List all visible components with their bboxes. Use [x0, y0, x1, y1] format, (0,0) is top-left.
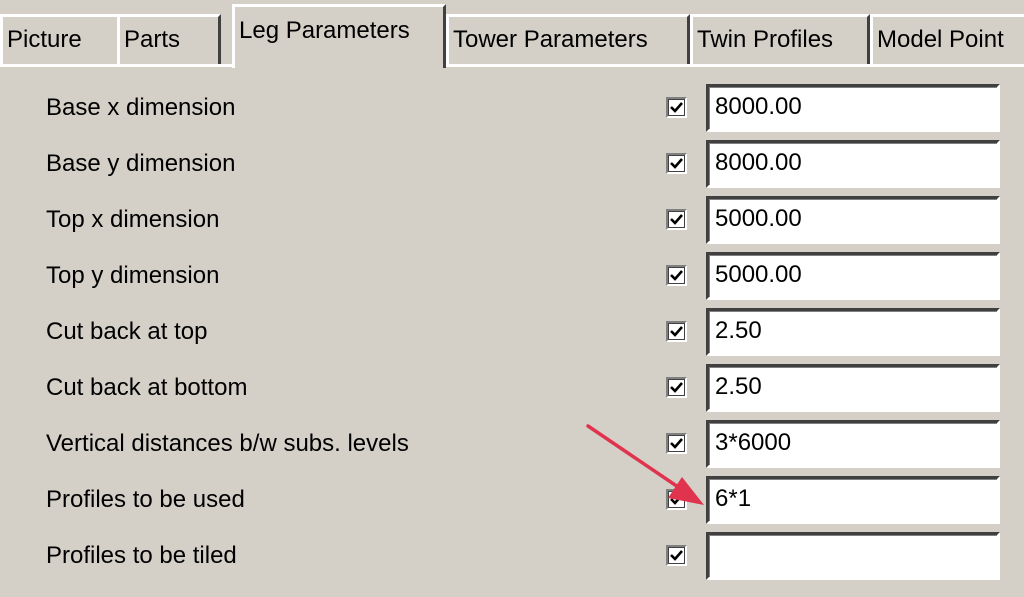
param-checkbox[interactable] — [666, 545, 687, 566]
param-row-top-x: Top x dimension 5000.00 — [0, 194, 1024, 250]
param-row-vertical-distances: Vertical distances b/w subs. levels 3*60… — [0, 418, 1024, 474]
param-checkbox[interactable] — [666, 209, 687, 230]
tab-parts[interactable]: Parts — [117, 14, 221, 64]
param-checkbox[interactable] — [666, 97, 687, 118]
param-label: Base x dimension — [46, 94, 236, 121]
param-value-field[interactable]: 3*6000 — [706, 420, 1000, 468]
param-value-field[interactable]: 8000.00 — [706, 140, 1000, 188]
tab-label: Model Point — [877, 26, 1004, 53]
param-checkbox[interactable] — [666, 321, 687, 342]
checkmark-icon — [670, 438, 683, 449]
tab-model-point[interactable]: Model Point — [870, 14, 1024, 64]
param-label: Profiles to be tiled — [46, 542, 237, 569]
param-row-cut-back-top: Cut back at top 2.50 — [0, 306, 1024, 362]
checkmark-icon — [670, 382, 683, 393]
checkmark-icon — [670, 102, 683, 113]
param-label: Profiles to be used — [46, 486, 245, 513]
checkmark-icon — [670, 326, 683, 337]
checkmark-icon — [670, 550, 683, 561]
param-checkbox[interactable] — [666, 153, 687, 174]
param-row-base-x: Base x dimension 8000.00 — [0, 82, 1024, 138]
tab-twin-profiles[interactable]: Twin Profiles — [690, 14, 870, 64]
param-row-top-y: Top y dimension 5000.00 — [0, 250, 1024, 306]
param-value-field[interactable]: 5000.00 — [706, 196, 1000, 244]
param-checkbox[interactable] — [666, 433, 687, 454]
param-label: Top y dimension — [46, 262, 220, 289]
param-label: Cut back at top — [46, 318, 208, 345]
tab-tower-parameters[interactable]: Tower Parameters — [446, 14, 690, 64]
param-value-field[interactable]: 5000.00 — [706, 252, 1000, 300]
checkmark-icon — [670, 214, 683, 225]
param-row-base-y: Base y dimension 8000.00 — [0, 138, 1024, 194]
param-value-field[interactable]: 8000.00 — [706, 84, 1000, 132]
tab-divider — [0, 64, 1024, 67]
tab-label: Parts — [124, 26, 181, 53]
tab-label: Twin Profiles — [697, 26, 834, 53]
param-value-field[interactable]: 2.50 — [706, 308, 1000, 356]
tab-label: Picture — [7, 26, 82, 53]
param-checkbox[interactable] — [666, 265, 687, 286]
param-label: Cut back at bottom — [46, 374, 248, 401]
tab-picture[interactable]: Picture — [0, 14, 120, 64]
param-value-field[interactable]: 2.50 — [706, 364, 1000, 412]
tab-label: Leg Parameters — [239, 17, 410, 44]
param-checkbox[interactable] — [666, 489, 687, 510]
param-label: Vertical distances b/w subs. levels — [46, 430, 409, 457]
param-checkbox[interactable] — [666, 377, 687, 398]
param-row-profiles-used: Profiles to be used 6*1 — [0, 474, 1024, 530]
param-row-cut-back-bottom: Cut back at bottom 2.50 — [0, 362, 1024, 418]
param-row-profiles-tiled: Profiles to be tiled — [0, 530, 1024, 597]
tab-leg-parameters[interactable]: Leg Parameters — [232, 4, 446, 68]
param-label: Base y dimension — [46, 150, 236, 177]
param-value-field[interactable] — [706, 532, 1000, 580]
checkmark-icon — [670, 158, 683, 169]
param-value-field[interactable]: 6*1 — [706, 476, 1000, 524]
checkmark-icon — [670, 270, 683, 281]
tab-label: Tower Parameters — [453, 26, 648, 53]
tab-strip: Picture Parts Leg Parameters Tower Param… — [0, 0, 1024, 68]
checkmark-icon — [670, 494, 683, 505]
param-label: Top x dimension — [46, 206, 220, 233]
